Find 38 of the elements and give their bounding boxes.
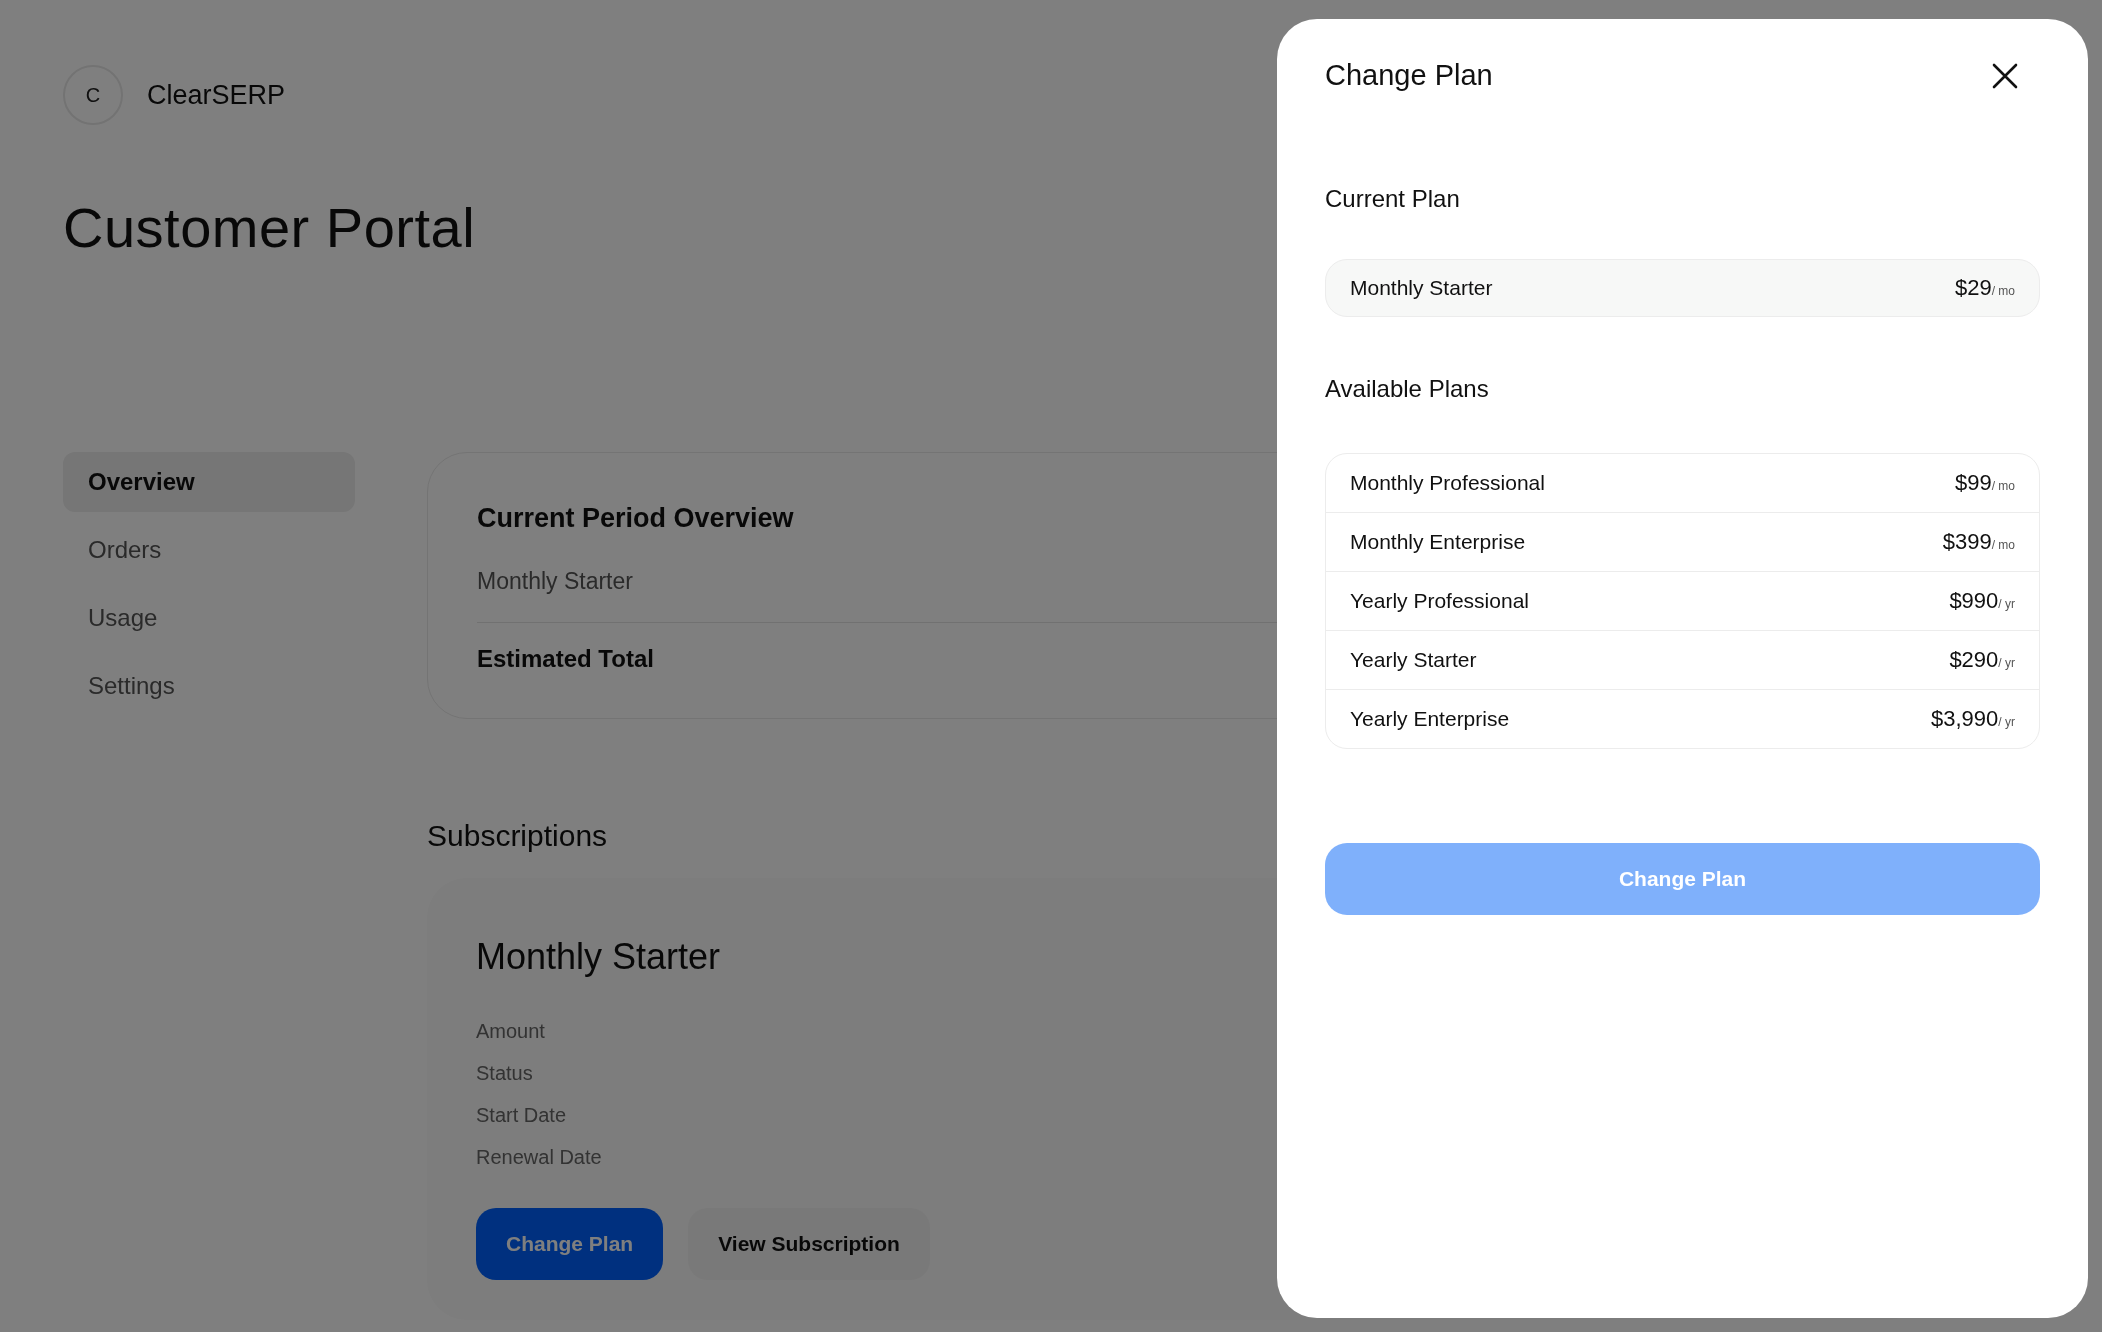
plan-price: $3,990/ yr — [1931, 706, 2015, 732]
page-title: Customer Portal — [63, 195, 476, 260]
total-label: Estimated Total — [477, 645, 654, 673]
sidebar-item[interactable]: Usage — [63, 588, 355, 648]
section-heading: Available Plans — [1325, 375, 1489, 403]
field-label: Status — [476, 1060, 533, 1086]
plan-option[interactable]: Monthly Enterprise $399/ mo — [1326, 512, 2039, 571]
plan-name: Yearly Starter — [1350, 648, 1477, 672]
plan-name: Monthly Professional — [1350, 471, 1545, 495]
plan-price: $399/ mo — [1942, 529, 2015, 555]
view-subscription-button[interactable]: View Subscription — [688, 1208, 930, 1280]
logo-avatar: C — [63, 65, 123, 125]
plan-price: $29/ mo — [1954, 275, 2015, 301]
plan-option[interactable]: Monthly Professional $99/ mo — [1326, 454, 2039, 512]
subscription-title: Monthly Starter — [476, 936, 721, 978]
plan-name: Monthly Enterprise — [1350, 530, 1526, 554]
plan-option[interactable]: Yearly Professional $990/ yr — [1326, 571, 2039, 630]
dialog-title: Change Plan — [1325, 59, 1493, 92]
plan-option[interactable]: Yearly Starter $290/ yr — [1326, 630, 2039, 689]
plan-name: Yearly Enterprise — [1350, 707, 1510, 731]
plan-option[interactable]: Yearly Enterprise $3,990/ yr — [1326, 689, 2039, 748]
field-label: Start Date — [476, 1102, 567, 1128]
plan-name: Monthly Starter — [1350, 276, 1493, 300]
brand-name: ClearSERP — [147, 79, 286, 111]
sidebar-item[interactable]: Orders — [63, 520, 355, 580]
sidebar-item[interactable]: Settings — [63, 656, 355, 716]
field-label: Amount — [476, 1018, 545, 1044]
plan-name: Yearly Professional — [1350, 589, 1529, 613]
change-plan-button[interactable]: Change Plan — [476, 1208, 664, 1280]
sidebar-item[interactable]: Overview — [63, 452, 355, 512]
plan-name: Monthly Starter — [477, 568, 633, 595]
plan-price: $990/ yr — [1949, 588, 2015, 614]
card-title: Current Period Overview — [477, 503, 794, 534]
section-heading: Current Plan — [1325, 185, 1460, 213]
field-label: Renewal Date — [476, 1144, 602, 1170]
section-heading: Subscriptions — [427, 819, 608, 853]
plan-price: $99/ mo — [1954, 470, 2015, 496]
plan-price: $290/ yr — [1949, 647, 2015, 673]
